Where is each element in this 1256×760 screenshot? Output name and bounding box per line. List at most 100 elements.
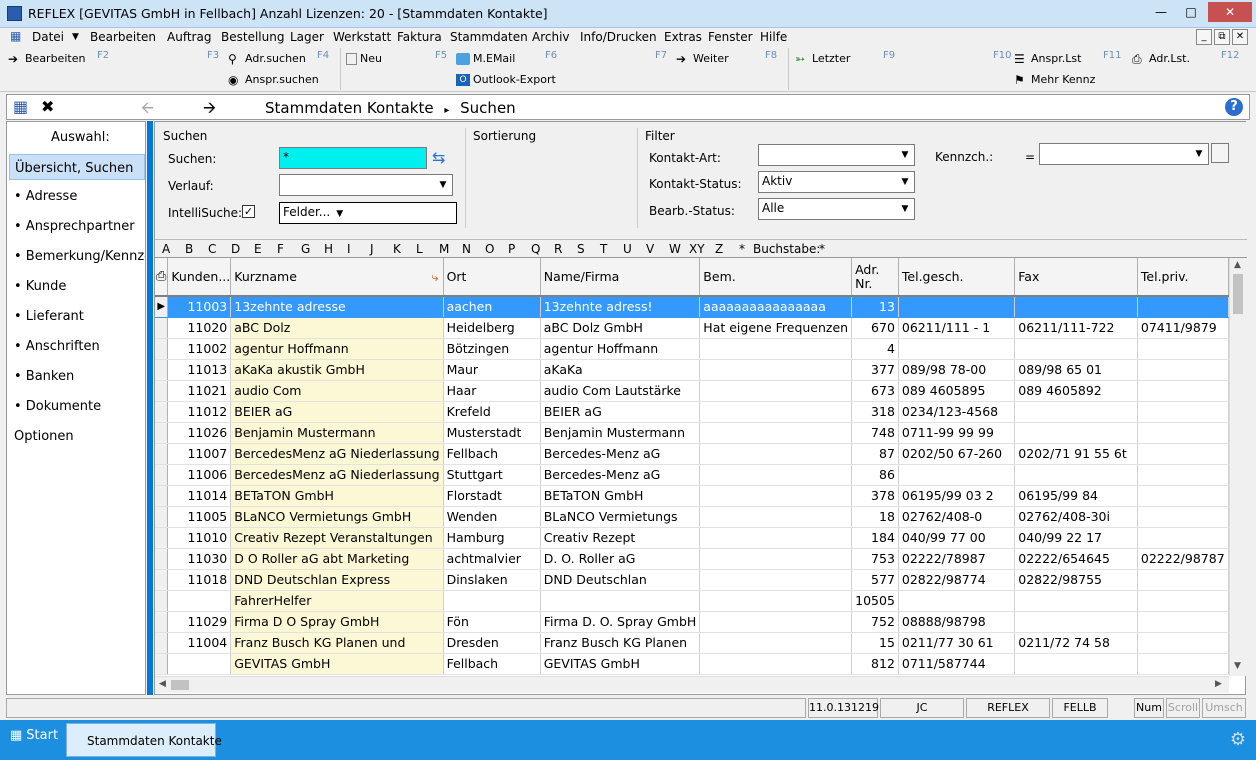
table-row[interactable]: FahrerHelfer 10505: [155, 590, 1229, 612]
letter-filter-5[interactable]: F: [277, 242, 284, 256]
chevron-down-icon[interactable]: ▼: [897, 173, 913, 191]
letter-filter-13[interactable]: N: [462, 242, 471, 256]
gear-icon[interactable]: ⚙: [1230, 729, 1246, 750]
weiter-button[interactable]: ➔ Weiter: [676, 52, 729, 65]
table-row[interactable]: 11014 BETaTON GmbH Florstadt BETaTON GmbH 37…: [155, 485, 1229, 507]
maximize-button[interactable]: □: [1178, 2, 1204, 22]
bearbeiten-button[interactable]: ➔ Bearbeiten: [8, 52, 85, 65]
neu-button[interactable]: Neu: [346, 52, 382, 65]
menu-hilfe[interactable]: Hilfe: [760, 30, 787, 44]
letter-filter-3[interactable]: D: [231, 242, 240, 256]
mdi-close-button[interactable]: ✕: [1232, 29, 1248, 45]
row-header[interactable]: [155, 317, 169, 339]
letter-filter-8[interactable]: I: [347, 242, 351, 256]
sidebar-item-kunde[interactable]: • Kunde: [14, 279, 66, 294]
vertical-scrollbar[interactable]: ▲ ▼: [1229, 258, 1246, 676]
table-row[interactable]: 11030 D O Roller aG abt Marketing achtmalv…: [155, 548, 1229, 570]
row-header[interactable]: [155, 422, 169, 444]
menu-extras[interactable]: Extras: [664, 30, 702, 44]
letter-filter-14[interactable]: O: [485, 242, 494, 256]
scroll-right-icon[interactable]: ▶: [1215, 679, 1222, 689]
table-row[interactable]: 11013 aKaKa akustik GmbH Maur aKaKa 377 089/9…: [155, 359, 1229, 381]
menu-info-drucken[interactable]: Info/Drucken: [580, 30, 657, 44]
letter-filter-25[interactable]: *: [739, 242, 745, 256]
mdi-restore-button[interactable]: ⧉: [1214, 29, 1230, 45]
table-row[interactable]: 11010 Creativ Rezept Veranstaltungen Hambu…: [155, 527, 1229, 549]
sidebar-item-ansprechpartner[interactable]: • Ansprechpartner: [14, 219, 135, 234]
table-row[interactable]: 11012 BEIER aG Krefeld BEIER aG 318 0234/123-…: [155, 401, 1229, 423]
table-row[interactable]: 11026 Benjamin Mustermann Musterstadt Benja…: [155, 422, 1229, 444]
letzter-button[interactable]: ➳ Letzter: [795, 52, 850, 65]
anspr-suchen-button[interactable]: ◉ Anspr.suchen: [228, 73, 319, 86]
sidebar-item-uebersicht[interactable]: Übersicht, Suchen: [9, 154, 145, 180]
menu-datei[interactable]: Datei: [32, 30, 64, 44]
row-header[interactable]: [155, 338, 169, 360]
letter-filter-20[interactable]: U: [623, 242, 632, 256]
menu-lager[interactable]: Lager: [290, 30, 324, 44]
col-tel-gesch[interactable]: Tel.gesch.: [898, 258, 1016, 297]
table-row[interactable]: 11021 audio Com Haar audio Com Lautstärke 67…: [155, 380, 1229, 402]
m-email-button[interactable]: M.EMail: [456, 52, 515, 65]
sidebar-item-anschriften[interactable]: • Anschriften: [14, 339, 100, 354]
table-row[interactable]: 11006 BercedesMenz aG Niederlassung Stuttg…: [155, 464, 1229, 486]
scroll-thumb[interactable]: [171, 680, 189, 690]
letter-filter-16[interactable]: Q: [531, 242, 540, 256]
row-header[interactable]: [155, 569, 169, 591]
menu-bearbeiten[interactable]: Bearbeiten: [90, 30, 156, 44]
anspr-lst-button[interactable]: ☰ Anspr.Lst: [1014, 52, 1081, 65]
minimize-button[interactable]: —: [1148, 2, 1174, 22]
back-arrow-icon[interactable]: 🡨: [141, 97, 154, 124]
forward-arrow-icon[interactable]: 🡪: [203, 97, 216, 124]
kontakt-status-select[interactable]: Aktiv ▼: [758, 171, 915, 193]
letter-filter-15[interactable]: P: [508, 242, 515, 256]
row-header[interactable]: [155, 611, 169, 633]
refresh-icon[interactable]: ⇆: [432, 148, 445, 167]
col-kurzname[interactable]: Kurzname ⤷: [230, 258, 444, 297]
search-input[interactable]: *: [279, 147, 427, 169]
letter-filter-24[interactable]: Z: [715, 242, 723, 256]
felder-button[interactable]: Felder... ▼: [279, 202, 457, 224]
letter-filter-0[interactable]: A: [162, 242, 170, 256]
chevron-down-icon[interactable]: ▼: [897, 146, 913, 164]
kennzch-select[interactable]: ▼: [1039, 143, 1209, 165]
intellisuche-checkbox[interactable]: ✓: [242, 205, 255, 218]
taskbar-item[interactable]: Stammdaten Kontakte: [66, 723, 222, 757]
row-header[interactable]: [155, 464, 169, 486]
chevron-down-icon[interactable]: ▼: [72, 32, 79, 42]
menu-werkstatt[interactable]: Werkstatt: [333, 30, 391, 44]
row-header[interactable]: [155, 632, 169, 654]
kontakt-art-select[interactable]: ▼: [758, 144, 915, 166]
table-row[interactable]: 11029 Firma D O Spray GmbH Fön Firma D. O. …: [155, 611, 1229, 633]
letter-filter-9[interactable]: J: [370, 242, 374, 256]
scroll-up-icon[interactable]: ▲: [1234, 260, 1241, 270]
row-header[interactable]: [155, 443, 169, 465]
kennzch-extra-button[interactable]: [1211, 143, 1229, 163]
letter-filter-10[interactable]: K: [393, 242, 401, 256]
col-fax[interactable]: Fax: [1014, 258, 1138, 297]
chevron-down-icon[interactable]: ▼: [435, 176, 451, 194]
letter-filter-1[interactable]: B: [185, 242, 193, 256]
row-header[interactable]: [155, 527, 169, 549]
col-name-firma[interactable]: Name/Firma: [540, 258, 701, 297]
adr-suchen-button[interactable]: ⚲ Adr.suchen: [228, 52, 306, 65]
letter-filter-19[interactable]: T: [600, 242, 607, 256]
letter-filter-4[interactable]: E: [254, 242, 262, 256]
sidebar-item-lieferant[interactable]: • Lieferant: [14, 309, 84, 324]
table-row[interactable]: ▶ 11003 13zehnte adresse aachen 13zehnte adr…: [155, 296, 1229, 318]
sidebar-item-bemerkung[interactable]: • Bemerkung/Kennzeichen: [14, 249, 145, 264]
menu-fenster[interactable]: Fenster: [708, 30, 753, 44]
row-header[interactable]: [155, 380, 169, 402]
menu-faktura[interactable]: Faktura: [397, 30, 442, 44]
sidebar-item-banken[interactable]: • Banken: [14, 369, 74, 384]
row-header[interactable]: [155, 590, 169, 612]
letter-filter-21[interactable]: V: [646, 242, 654, 256]
horizontal-scrollbar[interactable]: ◀ ▶: [155, 676, 1229, 693]
bearb-status-select[interactable]: Alle ▼: [758, 198, 915, 220]
chevron-down-icon[interactable]: ▼: [897, 200, 913, 218]
chevron-down-icon[interactable]: ▼: [1191, 145, 1207, 163]
letter-filter-12[interactable]: M: [439, 242, 449, 256]
scroll-thumb[interactable]: [1233, 274, 1243, 314]
grid-icon[interactable]: ▦: [13, 97, 28, 116]
table-row[interactable]: GEVITAS GmbH Fellbach GEVITAS GmbH 812 0711/…: [155, 653, 1229, 675]
help-icon[interactable]: ?: [1225, 98, 1243, 116]
